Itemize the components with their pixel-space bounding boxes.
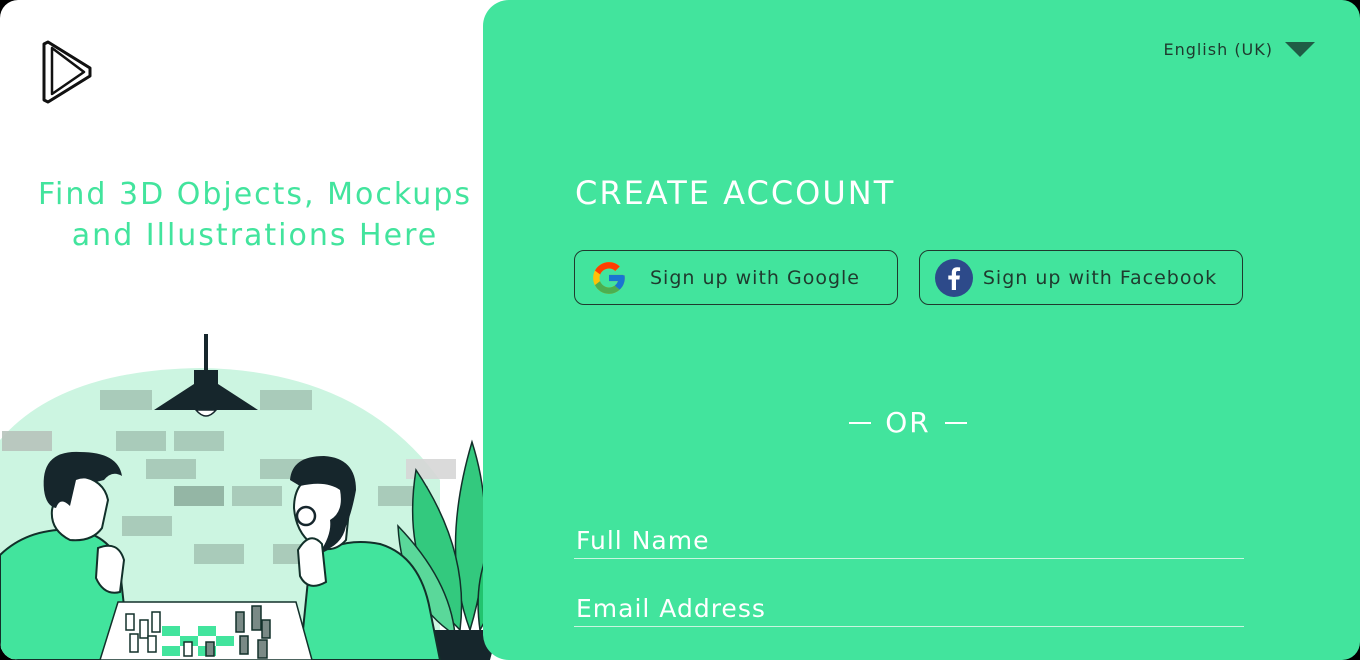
email-input[interactable]	[574, 591, 1244, 627]
or-divider: OR	[843, 406, 973, 439]
tagline: Find 3D Objects, Mockups and Illustratio…	[10, 174, 500, 256]
chess-players-illustration	[0, 334, 520, 660]
chevron-down-icon	[1285, 42, 1315, 57]
divider-line	[944, 421, 967, 424]
language-selector[interactable]: English (UK)	[1163, 40, 1315, 59]
google-signup-label: Sign up with Google	[650, 266, 860, 289]
google-signup-button[interactable]: Sign up with Google	[574, 250, 898, 305]
language-label: English (UK)	[1163, 40, 1273, 59]
divider-line	[849, 421, 872, 424]
signup-panel: English (UK) CREATE ACCOUNT Sign up with…	[483, 0, 1360, 660]
left-panel: Find 3D Objects, Mockups and Illustratio…	[0, 0, 520, 660]
full-name-input[interactable]	[574, 523, 1244, 559]
signup-screen: Find 3D Objects, Mockups and Illustratio…	[0, 0, 1360, 660]
or-label: OR	[885, 406, 931, 439]
play-logo-icon[interactable]	[38, 38, 96, 106]
facebook-signup-button[interactable]: Sign up with Facebook	[919, 250, 1243, 305]
tagline-line-1: Find 3D Objects, Mockups	[37, 177, 472, 212]
tagline-line-2: and Illustrations Here	[71, 218, 439, 253]
page-title: CREATE ACCOUNT	[575, 174, 896, 212]
facebook-icon	[934, 258, 974, 298]
google-icon	[589, 258, 629, 298]
facebook-signup-label: Sign up with Facebook	[982, 266, 1218, 289]
